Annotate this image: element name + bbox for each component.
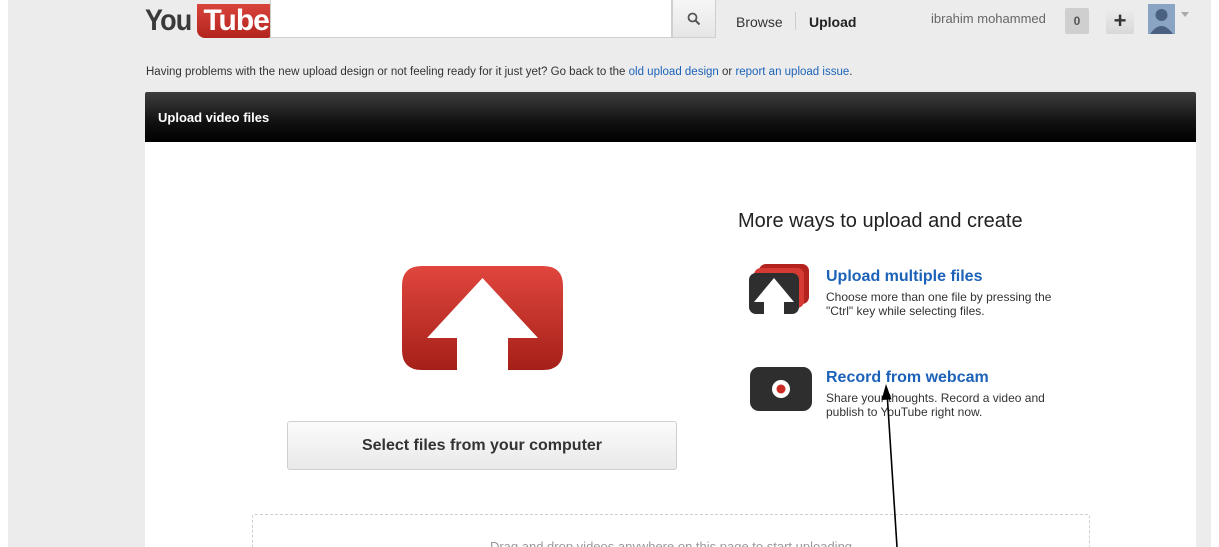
upload-panel-header: Upload video files	[145, 92, 1196, 142]
drag-drop-text: Drag and drop videos anywhere on this pa…	[489, 539, 853, 547]
user-name[interactable]: ibrahim mohammed	[931, 11, 1046, 26]
upload-arrow-icon[interactable]	[402, 266, 563, 370]
create-plus-button[interactable]: +	[1106, 8, 1134, 34]
notice-text-middle: or	[718, 66, 736, 78]
upload-multiple-icon[interactable]	[749, 264, 811, 314]
nav-browse-link[interactable]: Browse	[736, 14, 783, 30]
search-input[interactable]	[270, 0, 672, 38]
notification-count-badge[interactable]: 0	[1065, 8, 1089, 34]
search-button[interactable]	[672, 0, 716, 38]
nav-separator	[795, 12, 796, 30]
webcam-icon[interactable]	[750, 367, 812, 411]
search-icon	[687, 12, 701, 25]
report-upload-issue-link[interactable]: report an upload issue	[735, 66, 849, 78]
record-from-webcam-desc: Share your thoughts. Record a video and …	[826, 391, 1045, 419]
drag-drop-zone[interactable]: Drag and drop videos anywhere on this pa…	[252, 514, 1090, 547]
notice-text-suffix: .	[849, 66, 853, 78]
upload-multiple-files-desc: Choose more than one file by pressing th…	[826, 290, 1052, 318]
youtube-logo[interactable]: You Tube	[145, 0, 275, 38]
user-silhouette-icon	[1148, 4, 1175, 34]
panel-title: Upload video files	[158, 110, 270, 125]
logo-you-text: You	[145, 4, 192, 37]
notice-text-prefix: Having problems with the new upload desi…	[146, 66, 629, 78]
avatar[interactable]	[1148, 4, 1175, 34]
logo-tube-text: Tube	[197, 4, 275, 38]
nav-upload-link[interactable]: Upload	[809, 14, 856, 30]
chevron-down-icon[interactable]	[1181, 12, 1189, 17]
record-from-webcam-link[interactable]: Record from webcam	[826, 369, 989, 387]
upload-multiple-files-link[interactable]: Upload multiple files	[826, 268, 982, 286]
more-ways-heading: More ways to upload and create	[738, 210, 1023, 232]
upload-panel-body	[145, 142, 1196, 547]
old-upload-design-link[interactable]: old upload design	[629, 66, 719, 78]
select-files-button[interactable]: Select files from your computer	[287, 421, 677, 470]
upload-design-notice: Having problems with the new upload desi…	[146, 66, 852, 78]
